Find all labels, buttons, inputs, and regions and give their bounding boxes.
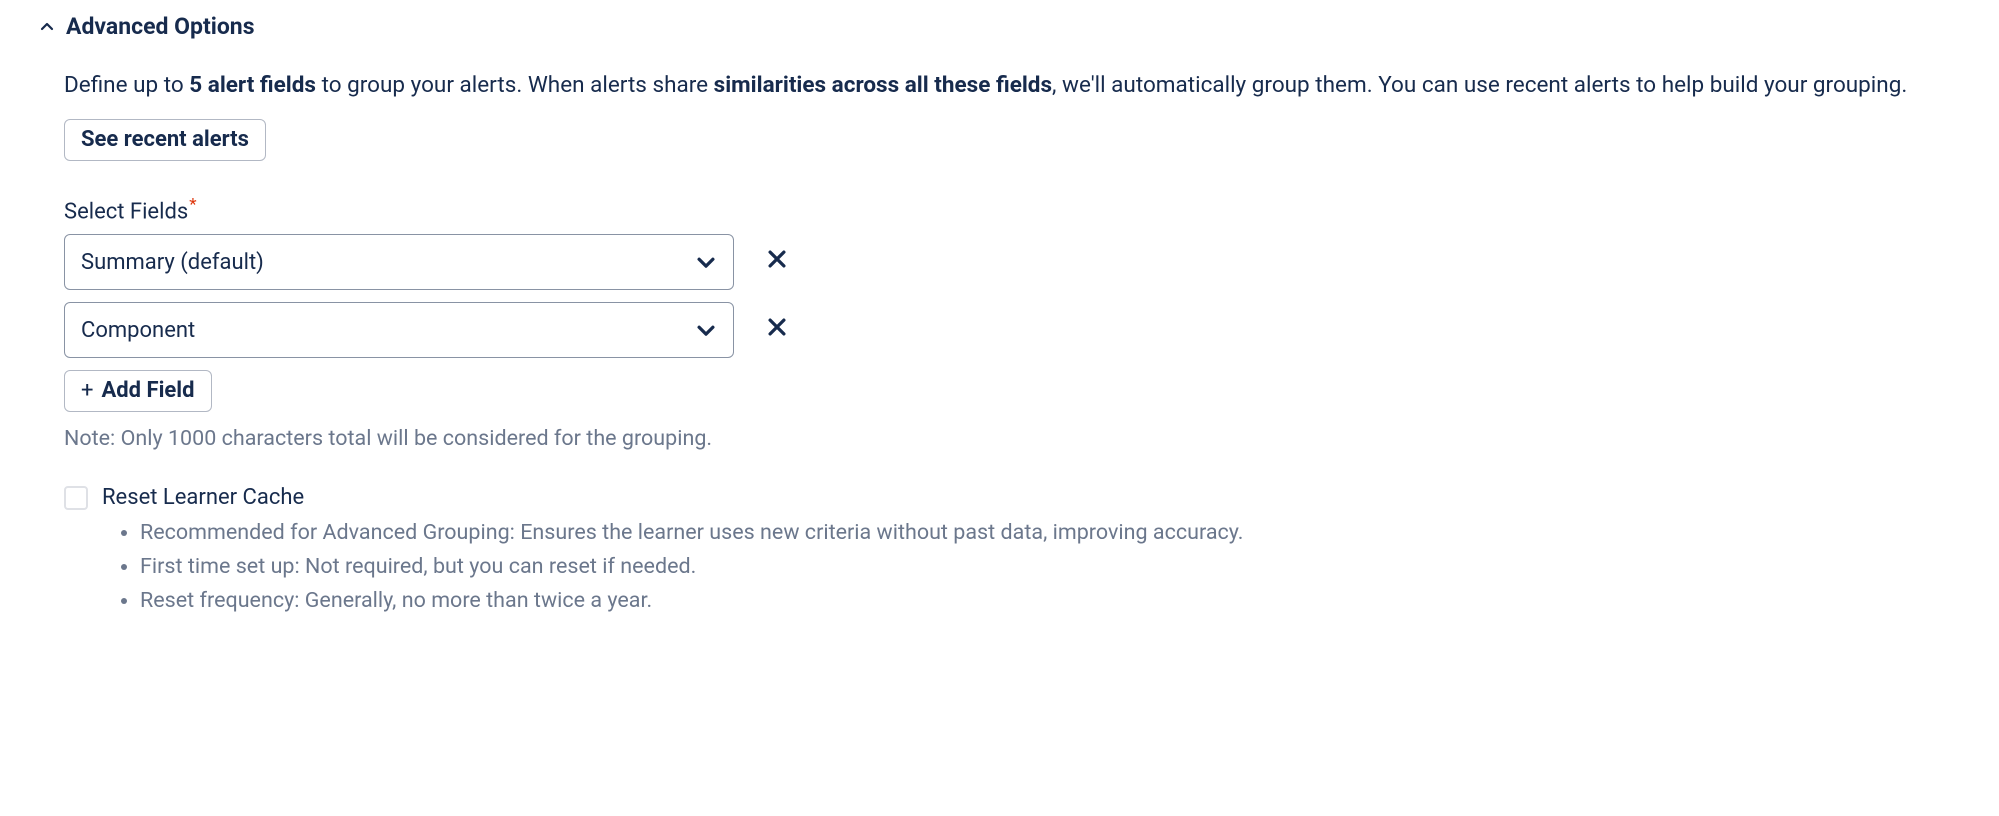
fields-note: Note: Only 1000 characters total will be… <box>64 426 1999 451</box>
remove-field-button[interactable] <box>762 315 792 345</box>
select-fields-label-text: Select Fields <box>64 199 188 224</box>
desc-part2: to group your alerts. When alerts share <box>316 72 714 98</box>
reset-learner-checkbox[interactable] <box>64 486 88 510</box>
reset-info-list: Recommended for Advanced Grouping: Ensur… <box>116 518 1999 616</box>
field-row: Component <box>64 302 1999 358</box>
add-field-label: Add Field <box>101 380 194 402</box>
chevron-down-icon <box>695 319 717 341</box>
field-select-value: Summary (default) <box>81 250 264 275</box>
desc-part1: Define up to <box>64 72 189 98</box>
desc-bold1: 5 alert fields <box>189 72 316 98</box>
list-item: First time set up: Not required, but you… <box>140 552 1999 582</box>
description-text: Define up to 5 alert fields to group you… <box>64 68 1964 103</box>
field-row: Summary (default) <box>64 234 1999 290</box>
select-fields-label: Select Fields* <box>64 195 1999 224</box>
section-title: Advanced Options <box>66 13 255 40</box>
reset-learner-row: Reset Learner Cache <box>64 485 1999 510</box>
field-select-value: Component <box>81 318 195 343</box>
remove-field-button[interactable] <box>762 247 792 277</box>
chevron-down-icon <box>695 251 717 273</box>
see-recent-alerts-button[interactable]: See recent alerts <box>64 119 266 161</box>
desc-bold2: similarities across all these fields <box>714 72 1052 98</box>
chevron-up-icon <box>38 18 56 36</box>
reset-learner-label: Reset Learner Cache <box>102 485 304 510</box>
field-select-component[interactable]: Component <box>64 302 734 358</box>
section-header[interactable]: Advanced Options <box>38 13 1999 40</box>
see-recent-alerts-label: See recent alerts <box>81 129 249 151</box>
add-field-button[interactable]: + Add Field <box>64 370 212 412</box>
close-icon <box>766 316 788 344</box>
plus-icon: + <box>81 380 93 402</box>
list-item: Recommended for Advanced Grouping: Ensur… <box>140 518 1999 548</box>
advanced-options-container: Advanced Options Define up to 5 alert fi… <box>0 0 1999 616</box>
field-select-summary[interactable]: Summary (default) <box>64 234 734 290</box>
list-item: Reset frequency: Generally, no more than… <box>140 586 1999 616</box>
close-icon <box>766 248 788 276</box>
required-asterisk: * <box>189 195 196 215</box>
desc-part3: , we'll automatically group them. You ca… <box>1052 72 1907 98</box>
